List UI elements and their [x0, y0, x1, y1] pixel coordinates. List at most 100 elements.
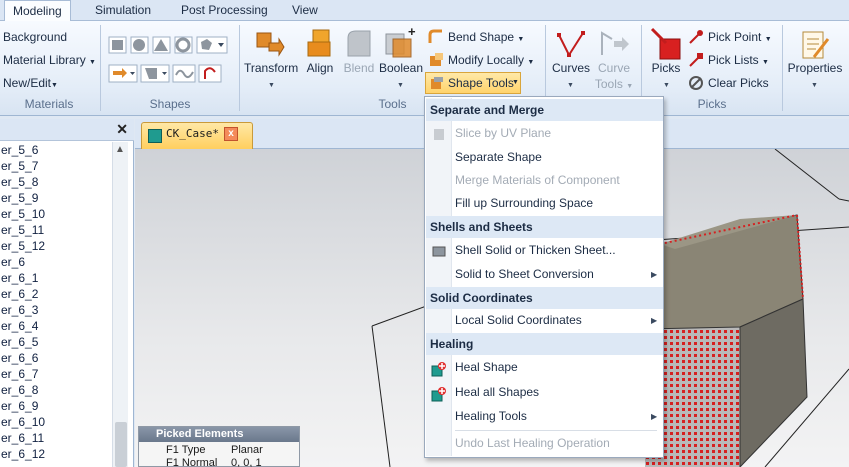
chevron-right-icon: ▶ [651, 270, 658, 279]
tree-item[interactable]: er_6_12 [0, 446, 112, 462]
tree-item[interactable]: er_6_6 [0, 350, 112, 366]
shape-tools-icon [431, 77, 443, 89]
pick-point-icon [689, 30, 703, 44]
heal-all-shapes-icon [431, 387, 446, 402]
tab-modeling[interactable]: Modeling [4, 0, 71, 22]
menu-item-local-solid-coordinates[interactable]: Local Solid Coordinates [455, 310, 582, 331]
menu-icon-gutter [426, 98, 452, 456]
material-library-button[interactable]: Material Library ▼ [3, 53, 96, 67]
chevron-down-icon: ▼ [517, 36, 525, 43]
material-library-label: Material Library [3, 53, 86, 67]
menu-item-healing-tools[interactable]: Healing Tools [455, 406, 527, 427]
tree-item[interactable]: er_5_8 [0, 174, 112, 190]
modify-locally-button[interactable]: Modify Locally ▼ [448, 53, 534, 67]
chevron-down-icon: ▼ [512, 79, 519, 86]
background-button[interactable]: Background [3, 30, 67, 44]
close-icon[interactable]: ✕ [116, 121, 128, 138]
chevron-up-icon[interactable]: ▲ [115, 144, 125, 155]
menu-item-slice-by-uv-plane: Slice by UV Plane [455, 126, 552, 140]
chevron-down-icon: ▼ [268, 82, 275, 89]
tree-item[interactable]: er_5_11 [0, 222, 112, 238]
shape-tools-label: Shape Tools [448, 76, 514, 90]
menu-item-shell-solid[interactable]: Shell Solid or Thicken Sheet... [455, 240, 616, 261]
close-icon[interactable]: x [224, 127, 238, 141]
tree-item[interactable]: er_6_3 [0, 302, 112, 318]
tree-item[interactable]: er_5_10 [0, 206, 112, 222]
new-edit-button[interactable]: New/Edit▼ [3, 76, 58, 90]
transform-button[interactable]: Transform [244, 61, 298, 75]
tree-item[interactable]: er_6 [0, 254, 112, 270]
curves-button[interactable]: Curves [549, 61, 593, 75]
svg-text:+: + [408, 26, 416, 39]
picked-row-value: Planar [231, 444, 263, 456]
chevron-down-icon: ▼ [626, 83, 634, 90]
panel-header: ✕ [0, 119, 134, 141]
modify-locally-label: Modify Locally [448, 53, 525, 67]
menu-item-heal-all-shapes[interactable]: Heal all Shapes [455, 382, 539, 403]
tree-item[interactable]: er_5_7 [0, 158, 112, 174]
tree-item[interactable]: er_5_12 [0, 238, 112, 254]
picked-row-key: F1 Normal [166, 457, 218, 467]
tree-item[interactable]: er_5_6 [0, 142, 112, 158]
chevron-down-icon: ▼ [527, 59, 535, 66]
menu-item-heal-shape[interactable]: Heal Shape [455, 357, 518, 378]
shape-tools-button[interactable]: Shape Tools ▼ [425, 72, 521, 94]
menu-item-undo-last-healing: Undo Last Healing Operation [455, 436, 610, 450]
shape-tools-icons[interactable] [108, 63, 226, 85]
pick-lists-label: Pick Lists [708, 53, 759, 67]
tree-item[interactable]: er_6_8 [0, 382, 112, 398]
transform-icon[interactable] [255, 29, 285, 59]
menu-section-solid-coordinates: Solid Coordinates [426, 287, 663, 309]
boolean-icon[interactable]: + [384, 26, 418, 58]
pick-lists-icon [689, 53, 703, 67]
tab-ck-case[interactable]: CK_Case* x [141, 122, 253, 149]
menu-section-healing: Healing [426, 333, 663, 355]
tree-item[interactable]: er_6_11 [0, 430, 112, 446]
shape-primitives-icons[interactable] [108, 34, 232, 56]
tree-item[interactable]: er_6_9 [0, 398, 112, 414]
materials-group-label: Materials [24, 97, 74, 111]
pick-lists-button[interactable]: Pick Lists ▼ [708, 53, 769, 67]
menu-separator [455, 430, 657, 431]
tab-post-processing[interactable]: Post Processing [181, 0, 268, 21]
properties-button[interactable]: Properties [783, 61, 847, 75]
tree-item[interactable]: er_5_9 [0, 190, 112, 206]
navigation-tree-panel: ✕ er_5_6 er_5_7 er_5_8 er_5_9 er_5_10 er… [0, 119, 134, 467]
picked-elements-title: Picked Elements [139, 427, 299, 442]
tree-item[interactable]: er_6_2 [0, 286, 112, 302]
bend-shape-icon [428, 29, 442, 43]
menu-item-separate-shape[interactable]: Separate Shape [455, 147, 542, 168]
bend-shape-label: Bend Shape [448, 30, 515, 44]
tree-item[interactable]: er_6_10 [0, 414, 112, 430]
bend-shape-button[interactable]: Bend Shape ▼ [448, 30, 524, 44]
pick-point-label: Pick Point [708, 30, 762, 44]
menu-item-fill-up-surrounding-space[interactable]: Fill up Surrounding Space [455, 193, 593, 214]
picks-icon[interactable] [650, 27, 682, 61]
tree-list: er_5_6 er_5_7 er_5_8 er_5_9 er_5_10 er_5… [0, 142, 112, 462]
document-icon [148, 129, 162, 143]
chevron-down-icon: ▼ [764, 36, 772, 43]
pick-point-button[interactable]: Pick Point ▼ [708, 30, 772, 44]
curves-icon[interactable] [555, 29, 587, 61]
tree-scrollbar[interactable]: ▲ [112, 142, 128, 467]
picks-button[interactable]: Picks [645, 61, 687, 75]
menu-item-solid-to-sheet[interactable]: Solid to Sheet Conversion [455, 264, 594, 285]
tree-item[interactable]: er_6_7 [0, 366, 112, 382]
boolean-button[interactable]: Boolean [378, 61, 424, 75]
new-edit-label: New/Edit [3, 76, 52, 90]
scroll-thumb[interactable] [115, 422, 127, 467]
curve-tools-label-2: Tools ▼ [594, 77, 634, 91]
tree-item[interactable]: er_6_5 [0, 334, 112, 350]
tree-item[interactable]: er_6_4 [0, 318, 112, 334]
align-button[interactable]: Align [302, 61, 338, 75]
tree-item[interactable]: er_6_1 [0, 270, 112, 286]
chevron-down-icon: ▼ [663, 82, 670, 89]
chevron-down-icon: ▼ [567, 82, 574, 89]
clear-picks-button[interactable]: Clear Picks [708, 76, 769, 90]
align-icon[interactable] [305, 28, 335, 58]
tab-simulation[interactable]: Simulation [95, 0, 151, 21]
tab-view[interactable]: View [292, 0, 318, 21]
properties-icon[interactable] [800, 29, 830, 61]
chevron-down-icon: ▼ [811, 82, 818, 89]
picked-row-value: 0, 0, 1 [231, 457, 262, 467]
